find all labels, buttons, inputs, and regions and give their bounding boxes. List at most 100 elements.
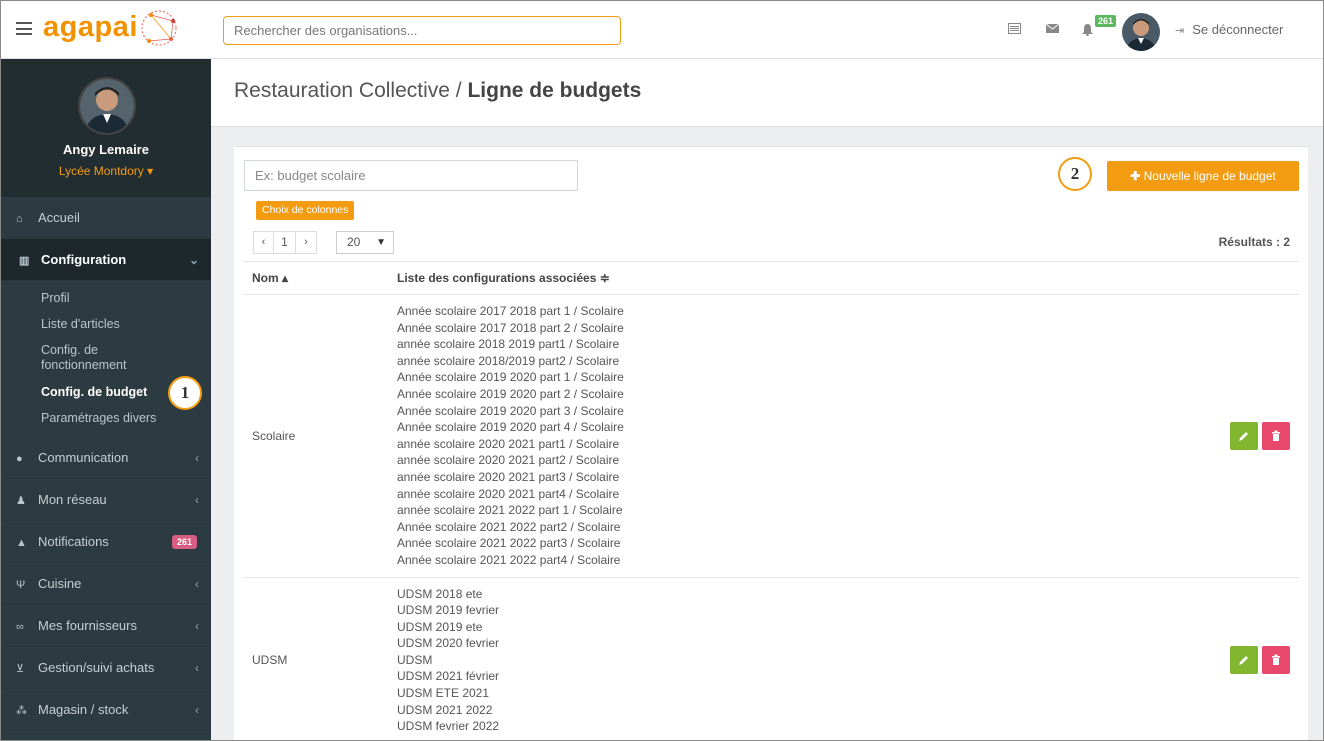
chevron-left-icon: ‹ (195, 451, 199, 465)
config-item: Année scolaire 2019 2020 part 1 / Scolai… (397, 370, 624, 385)
user-panel: Angy Lemaire Lycée Montdory ▾ (1, 59, 211, 197)
config-item: UDSM ETE 2021 (397, 686, 490, 701)
organization-search-input[interactable] (223, 16, 621, 45)
plus-icon: ✚ (1130, 169, 1141, 183)
budget-filter-input[interactable] (244, 160, 578, 191)
handshake-icon: ∞ (16, 621, 24, 633)
sidebar-item-fournisseurs[interactable]: ∞ Mes fournisseurs ‹ (1, 605, 211, 647)
column-header-nom[interactable]: Nom ▴ (243, 261, 393, 295)
row-name: UDSM (243, 577, 393, 740)
delete-button[interactable] (1262, 646, 1290, 675)
app-logo[interactable]: agapai (43, 9, 188, 49)
submenu-item-config-fonctionnement[interactable]: Config. de fonctionnement (1, 337, 151, 379)
config-item: année scolaire 2018/2019 part2 / Scolair… (397, 353, 620, 368)
annotation-callout-1: 1 (168, 376, 202, 410)
table-row: UDSM UDSM 2018 ete UDSM 2019 fevrier UDS… (243, 577, 1299, 740)
cutlery-icon: Ψ (16, 579, 26, 591)
chevron-down-icon: ⌄ (188, 253, 199, 267)
sidebar-item-cuisine[interactable]: Ψ Cuisine ‹ (1, 563, 211, 605)
chevron-down-icon: ▼ (376, 237, 386, 248)
config-item: Année scolaire 2017 2018 part 1 / Scolai… (397, 304, 624, 318)
column-chooser-button[interactable]: Choix de colonnes (256, 201, 355, 220)
config-item: UDSM 2019 ete (397, 619, 483, 634)
notification-count-badge: 261 (1095, 15, 1117, 27)
config-item: année scolaire 2020 2021 part4 / Scolair… (397, 486, 620, 501)
sidebar-item-achats[interactable]: ⊻ Gestion/suivi achats ‹ (1, 647, 211, 689)
edit-button[interactable] (1230, 421, 1258, 450)
config-item: UDSM 2018 ete (397, 586, 483, 601)
content-header: Restauration Collective / Ligne de budge… (211, 59, 1323, 127)
page-title: Restauration Collective / Ligne de budge… (234, 79, 641, 103)
users-icon: ♟ (16, 495, 26, 507)
cart-icon: ⊻ (16, 663, 25, 675)
sidebar-item-mon-reseau[interactable]: ♟ Mon réseau ‹ (1, 479, 211, 521)
sidebar-item-notifications[interactable]: ▲ Notifications 261 (1, 521, 211, 563)
edit-button[interactable] (1230, 646, 1258, 675)
column-header-configurations[interactable]: Liste des configurations associées ≑ (393, 261, 1209, 295)
pencil-icon (1239, 431, 1248, 441)
table-header-row: Nom ▴ Liste des configurations associées… (243, 261, 1299, 295)
logo-network-icon (141, 10, 177, 46)
row-actions (1209, 294, 1299, 578)
config-item: UDSM 2021 février (397, 669, 500, 684)
sidebar-item-magasin[interactable]: ⁂ Magasin / stock ‹ (1, 689, 211, 731)
configuration-submenu: Profil Liste d'articles Config. de fonct… (1, 281, 211, 437)
config-item: Année scolaire 2021 2022 part4 / Scolair… (397, 552, 621, 567)
config-item: année scolaire 2020 2021 part1 / Scolair… (397, 436, 620, 451)
trash-icon (1272, 654, 1280, 666)
submenu-item-profil[interactable]: Profil (1, 285, 211, 311)
row-name: Scolaire (243, 294, 393, 578)
logout-link[interactable]: ⇥ Se déconnecter (1175, 22, 1283, 37)
home-icon: ⌂ (16, 213, 23, 225)
bell-icon[interactable] (1082, 24, 1093, 36)
results-count: Résultats : 2 (1218, 235, 1290, 249)
column-header-actions (1209, 261, 1299, 295)
table-row: Scolaire Année scolaire 2017 2018 part 1… (243, 294, 1299, 578)
config-item: Année scolaire 2019 2020 part 3 / Scolai… (397, 403, 624, 418)
comments-icon: ● (16, 453, 23, 465)
chevron-left-icon: ‹ (195, 493, 199, 507)
row-configurations: UDSM 2018 ete UDSM 2019 fevrier UDSM 201… (393, 577, 1209, 740)
row-configurations: Année scolaire 2017 2018 part 1 / Scolai… (393, 294, 1209, 578)
config-item: UDSM 2021 2022 (397, 702, 493, 717)
envelope-icon[interactable] (1046, 23, 1059, 34)
row-actions (1209, 577, 1299, 740)
page-title-strong: Ligne de budgets (467, 79, 642, 102)
submenu-item-articles[interactable]: Liste d'articles (1, 311, 211, 337)
user-avatar[interactable] (1122, 13, 1160, 51)
sidebar-avatar (78, 77, 136, 135)
config-item: Année scolaire 2019 2020 part 2 / Scolai… (397, 386, 624, 401)
per-page-select[interactable]: 20 ▼ (336, 231, 394, 254)
pencil-icon (1239, 656, 1248, 666)
list-icon[interactable] (1008, 23, 1021, 34)
sidebar-menu: ⌂ Accueil ▥ Configuration ⌄ Profil Liste d… (1, 197, 211, 731)
trash-icon (1272, 430, 1280, 441)
chevron-left-icon: ‹ (195, 619, 199, 633)
config-item: UDSM (397, 652, 433, 667)
cubes-icon: ⁂ (16, 705, 27, 717)
config-item: année scolaire 2018 2019 part1 / Scolair… (397, 337, 620, 352)
prev-page-button[interactable]: ‹ (254, 232, 274, 253)
config-item: année scolaire 2020 2021 part3 / Scolair… (397, 469, 620, 484)
budget-lines-table: Nom ▴ Liste des configurations associées… (243, 261, 1299, 740)
new-budget-line-button[interactable]: ✚ Nouvelle ligne de budget (1107, 161, 1299, 191)
config-item: Année scolaire 2021 2022 part2 / Scolair… (397, 519, 621, 534)
config-item: année scolaire 2021 2022 part 1 / Scolai… (397, 503, 623, 518)
sidebar-item-configuration[interactable]: ▥ Configuration ⌄ (1, 239, 211, 281)
page-number[interactable]: 1 (274, 232, 296, 253)
school-selector[interactable]: Lycée Montdory ▾ (1, 164, 211, 178)
delete-button[interactable] (1262, 421, 1290, 450)
budget-lines-panel: Choix de colonnes ‹ 1 › 20 ▼ Résultats :… (234, 146, 1308, 740)
hamburger-menu-icon[interactable] (16, 22, 32, 35)
top-bar: agapai 261 (1, 1, 1323, 59)
annotation-callout-2: 2 (1058, 157, 1092, 191)
next-page-button[interactable]: › (296, 232, 316, 253)
app-window: agapai 261 (0, 0, 1324, 741)
sidebar-item-communication[interactable]: ● Communication ‹ (1, 437, 211, 479)
config-item: année scolaire 2020 2021 part2 / Scolair… (397, 453, 620, 468)
chevron-left-icon: ‹ (195, 661, 199, 675)
chevron-left-icon: ‹ (195, 577, 199, 591)
sidebar-item-accueil[interactable]: ⌂ Accueil (1, 197, 211, 239)
config-item: Année scolaire 2019 2020 part 4 / Scolai… (397, 420, 624, 435)
config-item: Année scolaire 2017 2018 part 2 / Scolai… (397, 320, 624, 335)
